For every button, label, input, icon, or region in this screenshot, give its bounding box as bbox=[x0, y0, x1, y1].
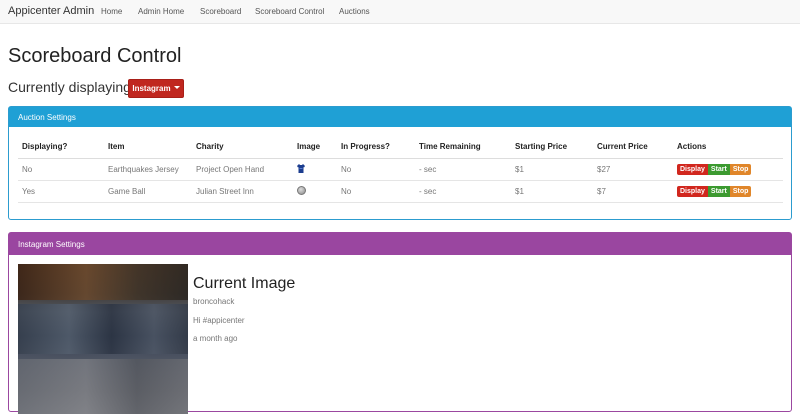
table-row: Yes Game Ball Julian Street Inn No - sec… bbox=[18, 180, 783, 203]
cell-time-remaining: - sec bbox=[415, 180, 511, 203]
cell-displaying: Yes bbox=[18, 180, 104, 203]
auction-panel-heading: Auction Settings bbox=[9, 107, 791, 127]
col-time-remaining: Time Remaining bbox=[415, 136, 511, 159]
action-button-group: Display Start Stop bbox=[677, 185, 752, 197]
action-button-group: Display Start Stop bbox=[677, 163, 752, 175]
cell-charity: Project Open Hand bbox=[192, 158, 293, 181]
col-charity: Charity bbox=[192, 136, 293, 159]
col-actions: Actions bbox=[673, 136, 783, 159]
jersey-icon bbox=[297, 163, 305, 173]
cell-actions: Display Start Stop bbox=[673, 158, 783, 181]
instagram-username: broncohack bbox=[193, 297, 235, 306]
cell-in-progress: No bbox=[337, 180, 415, 203]
nav-auctions[interactable]: Auctions bbox=[339, 7, 370, 16]
col-displaying: Displaying? bbox=[18, 136, 104, 159]
auction-table: Displaying? Item Charity Image In Progre… bbox=[18, 136, 783, 203]
dropdown-value: Instagram bbox=[132, 84, 171, 93]
nav-admin-home[interactable]: Admin Home bbox=[138, 7, 184, 16]
nav-scoreboard[interactable]: Scoreboard bbox=[200, 7, 241, 16]
nav-home[interactable]: Home bbox=[101, 7, 122, 16]
instagram-photo bbox=[18, 264, 188, 414]
table-header-row: Displaying? Item Charity Image In Progre… bbox=[18, 136, 783, 159]
ball-icon bbox=[297, 185, 306, 195]
cell-actions: Display Start Stop bbox=[673, 180, 783, 203]
current-image-title: Current Image bbox=[193, 275, 296, 292]
col-starting-price: Starting Price bbox=[511, 136, 593, 159]
col-item: Item bbox=[104, 136, 192, 159]
cell-charity: Julian Street Inn bbox=[192, 180, 293, 203]
cell-image bbox=[293, 158, 337, 181]
cell-time-remaining: - sec bbox=[415, 158, 511, 181]
start-button[interactable]: Start bbox=[707, 185, 730, 197]
caret-down-icon bbox=[173, 86, 180, 89]
instagram-settings-panel: Instagram Settings Current Image broncoh… bbox=[8, 232, 792, 414]
col-in-progress: In Progress? bbox=[337, 136, 415, 159]
col-current-price: Current Price bbox=[593, 136, 673, 159]
display-button[interactable]: Display bbox=[677, 185, 708, 197]
cell-starting-price: $1 bbox=[511, 158, 593, 181]
top-navbar: Appicenter Admin Home Admin Home Scorebo… bbox=[0, 0, 800, 24]
auction-settings-panel: Auction Settings Displaying? Item Charit… bbox=[8, 106, 792, 220]
brand-link[interactable]: Appicenter Admin bbox=[8, 5, 94, 17]
instagram-panel-heading: Instagram Settings bbox=[9, 233, 791, 255]
cell-image bbox=[293, 180, 337, 203]
cell-item: Earthquakes Jersey bbox=[104, 158, 192, 181]
cell-current-price: $7 bbox=[593, 180, 673, 203]
stop-button[interactable]: Stop bbox=[729, 163, 752, 175]
nav-scoreboard-control[interactable]: Scoreboard Control bbox=[255, 7, 324, 16]
cell-starting-price: $1 bbox=[511, 180, 593, 203]
instagram-posted-time: a month ago bbox=[193, 334, 238, 343]
start-button[interactable]: Start bbox=[707, 163, 730, 175]
col-image: Image bbox=[293, 136, 337, 159]
instagram-caption: Hi #appicenter bbox=[193, 316, 245, 325]
table-row: No Earthquakes Jersey Project Open Hand … bbox=[18, 158, 783, 181]
stop-button[interactable]: Stop bbox=[729, 185, 752, 197]
display-button[interactable]: Display bbox=[677, 163, 708, 175]
cell-item: Game Ball bbox=[104, 180, 192, 203]
cell-displaying: No bbox=[18, 158, 104, 181]
display-source-dropdown[interactable]: Instagram bbox=[128, 79, 184, 98]
page-title: Scoreboard Control bbox=[8, 45, 182, 67]
cell-in-progress: No bbox=[337, 158, 415, 181]
cell-current-price: $27 bbox=[593, 158, 673, 181]
currently-displaying-label: Currently displaying: bbox=[8, 79, 135, 95]
